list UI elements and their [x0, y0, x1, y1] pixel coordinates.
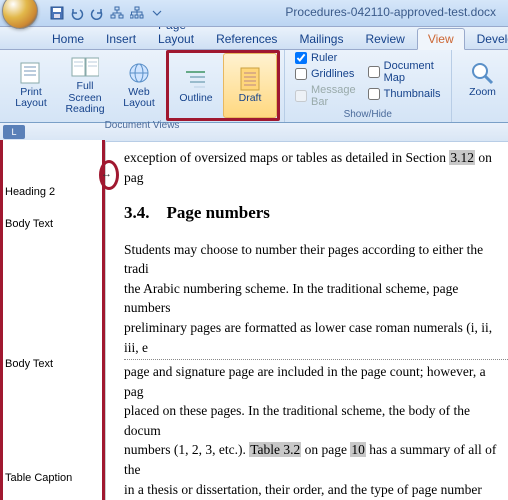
print-layout-label: Print Layout [7, 87, 55, 110]
full-screen-reading-icon [71, 55, 99, 79]
group-document-views: Print Layout Full Screen Reading Web Lay… [0, 50, 285, 122]
style-area-pane[interactable]: Heading 2 Body Text Body Text Table Capt… [0, 140, 105, 500]
group-showhide-label: Show/Hide [289, 108, 447, 122]
tab-mailings[interactable]: Mailings [289, 29, 353, 49]
web-layout-icon [125, 61, 153, 85]
office-button[interactable] [2, 0, 38, 29]
document-content[interactable]: exception of oversized maps or tables as… [106, 142, 508, 500]
full-screen-reading-label: Full Screen Reading [61, 81, 109, 116]
thumbnails-label: Thumbnails [384, 88, 441, 100]
save-icon[interactable] [50, 6, 64, 20]
group-views-label: Document Views [4, 119, 280, 133]
tab-review[interactable]: Review [355, 29, 414, 49]
group-show-hide: Ruler Gridlines Message Bar Document Map… [285, 50, 452, 122]
orgchart2-icon[interactable] [130, 6, 144, 20]
gridlines-label: Gridlines [311, 68, 354, 80]
document-area[interactable]: ↔ exception of oversized maps or tables … [105, 142, 508, 500]
para-1b: page and signature page are included in … [124, 362, 508, 500]
tab-view[interactable]: View [417, 28, 465, 50]
ribbon: Print Layout Full Screen Reading Web Lay… [0, 50, 508, 123]
message-bar-label: Message Bar [311, 84, 356, 108]
style-table-caption: Table Caption [5, 472, 72, 484]
resize-arrows-icon[interactable]: ↔ [101, 168, 112, 180]
thumbnails-check-input[interactable] [368, 88, 380, 100]
group-zoom-label: Zoom [456, 108, 508, 122]
qat-more-icon[interactable] [150, 6, 164, 20]
outline-draft-highlight: Outline Draft [166, 50, 280, 121]
draft-label: Draft [239, 93, 262, 105]
para-1: Students may choose to number their page… [124, 240, 508, 357]
web-layout-button[interactable]: Web Layout [112, 52, 166, 119]
outline-button[interactable]: Outline [169, 53, 223, 118]
split-handle-highlight: ↔ [99, 160, 117, 188]
zoom-button[interactable]: Zoom [456, 52, 508, 108]
tab-home[interactable]: Home [42, 29, 94, 49]
draft-icon [236, 67, 264, 91]
page-ref: 10 [350, 442, 366, 457]
ruler-checkbox[interactable]: Ruler [295, 52, 356, 64]
full-screen-reading-button[interactable]: Full Screen Reading [58, 52, 112, 119]
ruler-label: Ruler [311, 52, 337, 64]
print-layout-button[interactable]: Print Layout [4, 52, 58, 119]
workspace: Heading 2 Body Text Body Text Table Capt… [0, 142, 508, 500]
title-bar: Procedures-042110-approved-test.docx [0, 0, 508, 27]
heading-page-numbers: 3.4. Page numbers [124, 201, 508, 226]
gridlines-check-input[interactable] [295, 68, 307, 80]
document-map-checkbox[interactable]: Document Map [368, 60, 441, 84]
style-body-text-2: Body Text [5, 358, 53, 370]
undo-icon[interactable] [70, 6, 84, 20]
web-layout-label: Web Layout [115, 87, 163, 110]
draft-button[interactable]: Draft [223, 53, 277, 118]
thumbnails-checkbox[interactable]: Thumbnails [368, 88, 441, 100]
message-bar-check-input [295, 90, 307, 102]
orgchart-icon[interactable] [110, 6, 124, 20]
print-layout-icon [17, 61, 45, 85]
document-title: Procedures-042110-approved-test.docx [285, 5, 496, 19]
style-body-text-1: Body Text [5, 218, 53, 230]
ribbon-tabs: Home Insert Page Layout References Maili… [0, 27, 508, 50]
outline-icon [182, 67, 210, 91]
group-zoom: Zoom 100% One Two Zoom [452, 50, 508, 122]
ruler-check-input[interactable] [295, 52, 307, 64]
tab-insert[interactable]: Insert [96, 29, 146, 49]
gridlines-checkbox[interactable]: Gridlines [295, 68, 356, 80]
table-ref-1: Table 3.2 [249, 442, 301, 457]
document-map-check-input[interactable] [368, 66, 380, 78]
tab-developer[interactable]: Developer [467, 29, 508, 49]
section-ref: 3.12 [449, 150, 475, 165]
outline-label: Outline [179, 93, 212, 105]
zoom-icon [469, 61, 497, 85]
tab-references[interactable]: References [206, 29, 287, 49]
document-map-label: Document Map [384, 60, 441, 84]
zoom-label: Zoom [469, 87, 496, 99]
redo-icon[interactable] [90, 6, 104, 20]
style-heading2: Heading 2 [5, 186, 55, 198]
page-break-indicator [124, 359, 508, 360]
message-bar-checkbox: Message Bar [295, 84, 356, 108]
quick-access-toolbar [50, 6, 164, 20]
para-fragment-top: exception of oversized maps or tables as… [124, 148, 508, 187]
